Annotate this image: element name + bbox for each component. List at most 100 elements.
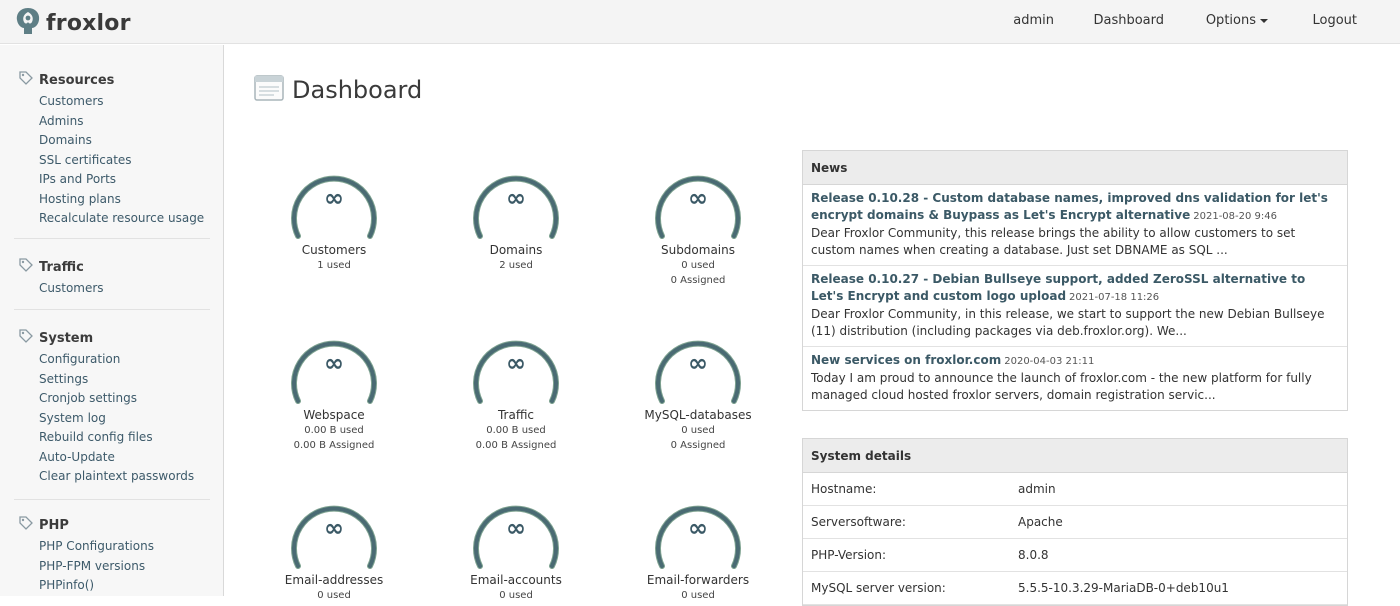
sidebar-item-customers[interactable]: Customers — [39, 92, 210, 112]
gauge-value: ∞ — [324, 184, 344, 212]
sidebar-section-traffic: Traffic Customers — [18, 257, 210, 299]
system-row-php-version: PHP-Version: 8.0.8 — [803, 539, 1347, 572]
nav-dashboard[interactable]: Dashboard — [1093, 13, 1164, 28]
brand[interactable]: froxlor — [14, 6, 131, 40]
sidebar-item-traffic-customers[interactable]: Customers — [39, 279, 210, 299]
sidebar-section-system: System Configuration Settings Cronjob se… — [18, 328, 210, 487]
sidebar-item-recalculate-usage[interactable]: Recalculate resource usage — [39, 209, 210, 229]
news-panel: News Release 0.10.28 - Custom database n… — [802, 150, 1348, 411]
sidebar: Resources Customers Admins Domains SSL c… — [0, 45, 224, 596]
news-item-date: 2021-08-20 9:46 — [1193, 211, 1277, 222]
tag-icon — [18, 515, 34, 535]
gauge-used: 0.00 B used — [304, 425, 364, 436]
sidebar-item-auto-update[interactable]: Auto-Update — [39, 448, 210, 468]
gauge-webspace: ∞ Webspace 0.00 B used 0.00 B Assigned — [264, 321, 404, 453]
caret-down-icon — [1260, 18, 1268, 23]
gauge-traffic: ∞ Traffic 0.00 B used 0.00 B Assigned — [446, 321, 586, 453]
gauge-used: 0.00 B used — [486, 425, 546, 436]
system-row-value: 5.5.5-10.3.29-MariaDB-0+deb10u1 — [1018, 581, 1229, 595]
sidebar-item-hosting-plans[interactable]: Hosting plans — [39, 190, 210, 210]
system-row-label: Serversoftware: — [811, 515, 906, 529]
sidebar-item-phpinfo[interactable]: PHPinfo() — [39, 576, 210, 596]
sidebar-section-resources: Resources Customers Admins Domains SSL c… — [18, 70, 210, 229]
sidebar-divider — [14, 309, 210, 310]
gauge-label: Email-addresses — [284, 573, 384, 587]
gauge-label: Subdomains — [660, 243, 736, 257]
top-navbar: froxlor admin Dashboard Options Logout — [0, 0, 1400, 44]
froxlor-logo-icon — [14, 6, 42, 40]
gauge-value: ∞ — [688, 514, 708, 542]
sidebar-divider — [14, 238, 210, 239]
gauge-value: ∞ — [324, 349, 344, 377]
news-item: Release 0.10.27 - Debian Bullseye suppor… — [803, 266, 1347, 347]
gauge-email-forwarders: ∞ Email-forwarders 0 used — [628, 486, 768, 603]
news-item-title[interactable]: Release 0.10.27 - Debian Bullseye suppor… — [811, 272, 1305, 303]
tag-icon — [18, 70, 34, 90]
gauge-label: Customers — [301, 243, 367, 257]
system-row-hostname: Hostname: admin — [803, 473, 1347, 506]
nav-options-label: Options — [1205, 13, 1256, 28]
gauge-assigned: 0.00 B Assigned — [475, 440, 557, 451]
system-row-label: MySQL server version: — [811, 581, 946, 595]
system-row-label: Hostname: — [811, 482, 877, 496]
page-header: Dashboard — [254, 74, 422, 106]
news-panel-title: News — [803, 151, 1347, 185]
sidebar-divider — [14, 499, 210, 500]
news-item-body: Dear Froxlor Community, in this release,… — [811, 307, 1325, 338]
gauge-value: ∞ — [688, 349, 708, 377]
system-row-value: admin — [1018, 482, 1056, 496]
sidebar-section-title: System — [39, 330, 94, 346]
sidebar-item-php-fpm-versions[interactable]: PHP-FPM versions — [39, 557, 210, 577]
gauge-value: ∞ — [324, 514, 344, 542]
gauge-assigned: 0 Assigned — [670, 440, 726, 451]
gauge-value: ∞ — [506, 349, 526, 377]
nav-options[interactable]: Options — [1206, 13, 1268, 28]
gauge-used: 0 used — [681, 260, 715, 271]
gauge-assigned: 0 Assigned — [670, 275, 726, 286]
system-row-value: Apache — [1018, 515, 1063, 529]
gauge-subdomains: ∞ Subdomains 0 used 0 Assigned — [628, 156, 768, 288]
news-item-body: Dear Froxlor Community, this release bri… — [811, 226, 1296, 257]
sidebar-section-title: PHP — [39, 517, 69, 533]
gauge-used: 0 used — [681, 425, 715, 436]
gauge-assigned: 0.00 B Assigned — [293, 440, 375, 451]
news-item-date: 2020-04-03 21:11 — [1004, 356, 1095, 367]
gauge-value: ∞ — [506, 184, 526, 212]
gauge-label: Email-forwarders — [646, 573, 750, 587]
gauge-label: Traffic — [497, 408, 535, 422]
sidebar-item-php-configurations[interactable]: PHP Configurations — [39, 537, 210, 557]
sidebar-item-clear-plaintext-passwords[interactable]: Clear plaintext passwords — [39, 467, 210, 487]
dashboard-window-icon — [254, 74, 284, 106]
gauge-domains: ∞ Domains 2 used — [446, 156, 586, 273]
sidebar-item-system-log[interactable]: System log — [39, 409, 210, 429]
sidebar-item-ssl-certificates[interactable]: SSL certificates — [39, 151, 210, 171]
gauge-value: ∞ — [688, 184, 708, 212]
sidebar-item-ips-and-ports[interactable]: IPs and Ports — [39, 170, 210, 190]
sidebar-item-rebuild-config[interactable]: Rebuild config files — [39, 428, 210, 448]
gauge-mysql-databases: ∞ MySQL-databases 0 used 0 Assigned — [628, 321, 768, 453]
system-row-serversoftware: Serversoftware: Apache — [803, 506, 1347, 539]
gauge-email-addresses: ∞ Email-addresses 0 used — [264, 486, 404, 603]
gauge-label: Webspace — [303, 408, 365, 422]
sidebar-item-cronjob-settings[interactable]: Cronjob settings — [39, 389, 210, 409]
sidebar-item-settings[interactable]: Settings — [39, 370, 210, 390]
gauge-label: Domains — [489, 243, 543, 257]
news-item-body: Today I am proud to announce the launch … — [811, 371, 1312, 402]
page-title: Dashboard — [292, 76, 423, 104]
gauge-label: Email-accounts — [470, 573, 562, 587]
news-item-title[interactable]: New services on froxlor.com — [811, 353, 1001, 367]
gauge-label: MySQL-databases — [644, 408, 752, 422]
sidebar-item-admins[interactable]: Admins — [39, 112, 210, 132]
system-details-title: System details — [803, 439, 1347, 473]
sidebar-section-title: Resources — [39, 72, 115, 88]
nav-logout[interactable]: Logout — [1312, 13, 1357, 28]
gauge-customers: ∞ Customers 1 used — [264, 156, 404, 273]
sidebar-item-configuration[interactable]: Configuration — [39, 350, 210, 370]
sidebar-item-domains[interactable]: Domains — [39, 131, 210, 151]
gauge-value: ∞ — [506, 514, 526, 542]
news-item: New services on froxlor.com 2020-04-03 21… — [803, 347, 1347, 410]
gauge-used: 1 used — [317, 260, 351, 271]
nav-admin[interactable]: admin — [1013, 13, 1054, 28]
gauge-email-accounts: ∞ Email-accounts 0 used — [446, 486, 586, 603]
news-item-date: 2021-07-18 11:26 — [1069, 292, 1160, 303]
